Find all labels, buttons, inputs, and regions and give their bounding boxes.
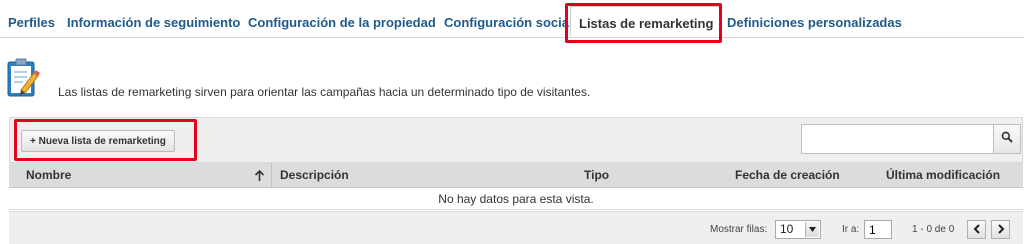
next-page-button[interactable] [991, 220, 1010, 239]
page-range-text: 1 - 0 de 0 [912, 224, 955, 235]
search-button[interactable] [993, 124, 1021, 154]
go-to-page-input[interactable] [864, 220, 892, 239]
column-header-tipo[interactable]: Tipo [584, 168, 609, 182]
table-toolbar: + Nueva lista de remarketing [9, 117, 1023, 163]
search-input[interactable] [801, 124, 994, 154]
go-to-page-label: Ir a: [842, 224, 860, 235]
tab-informacion-de-seguimiento[interactable]: Información de seguimiento [67, 15, 240, 30]
new-remarketing-list-button[interactable]: + Nueva lista de remarketing [21, 130, 175, 152]
column-header-ultima-modificacion[interactable]: Última modificación [886, 168, 1000, 182]
chevron-down-icon[interactable] [805, 222, 819, 237]
rows-per-page-label: Mostrar filas: [710, 224, 768, 235]
chevron-right-icon [997, 221, 1005, 239]
empty-table-message: No hay datos para esta vista. [9, 188, 1023, 210]
info-description: Las listas de remarketing sirven para or… [58, 85, 591, 99]
clipboard-pencil-icon [7, 57, 41, 99]
sort-arrow-up-icon[interactable] [254, 169, 265, 187]
tab-configuracion-social[interactable]: Configuración social [444, 15, 573, 30]
column-divider [271, 163, 272, 187]
tab-perfiles[interactable]: Perfiles [8, 15, 55, 30]
table-header: Nombre Descripción Tipo Fecha de creació… [9, 163, 1023, 188]
chevron-left-icon [973, 221, 981, 239]
search-icon [1001, 130, 1013, 148]
column-header-descripcion[interactable]: Descripción [280, 168, 349, 182]
remarketing-lists-panel: + Nueva lista de remarketing Nombre Desc… [9, 117, 1023, 244]
previous-page-button[interactable] [967, 220, 986, 239]
column-header-nombre[interactable]: Nombre [26, 168, 71, 182]
rows-per-page-value: 10 [780, 222, 794, 236]
tab-configuracion-de-la-propiedad[interactable]: Configuración de la propiedad [248, 15, 436, 30]
column-header-fecha-de-creacion[interactable]: Fecha de creación [735, 168, 840, 182]
tab-listas-de-remarketing[interactable]: Listas de remarketing [570, 6, 722, 36]
rows-per-page-select[interactable]: 10 [775, 220, 821, 239]
pagination-bar: Mostrar filas: 10 Ir a: 1 - 0 de 0 [9, 211, 1023, 244]
tab-bar: Perfiles Información de seguimiento Conf… [0, 0, 1024, 38]
tab-definiciones-personalizadas[interactable]: Definiciones personalizadas [727, 15, 902, 30]
